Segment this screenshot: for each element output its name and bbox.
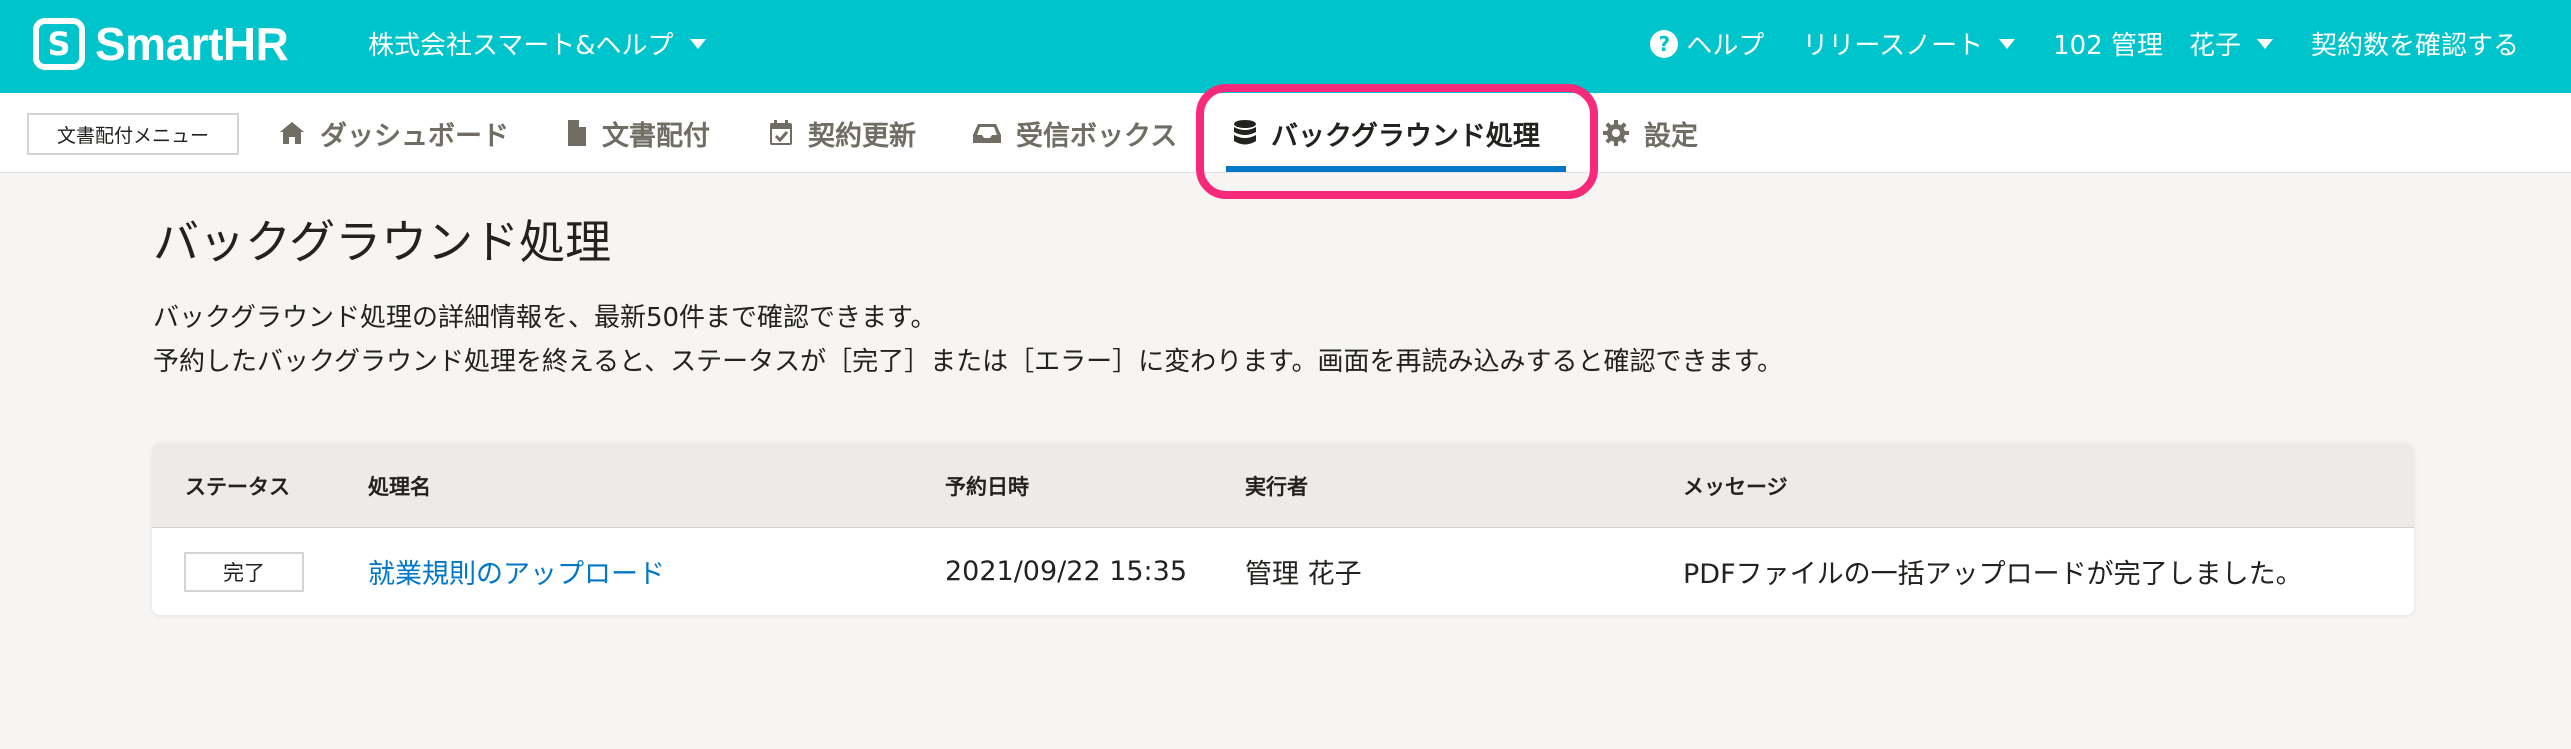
tab-settings-label: 設定 bbox=[1644, 120, 1698, 152]
tab-dashboard[interactable]: ダッシュボード bbox=[278, 93, 509, 173]
user-menu[interactable]: 102 管理 花子 bbox=[2053, 25, 2273, 62]
user-name: 102 管理 花子 bbox=[2053, 31, 2241, 61]
tab-dashboard-label: ダッシュボード bbox=[320, 120, 509, 152]
status-badge: 完了 bbox=[184, 551, 304, 592]
release-notes-menu[interactable]: リリースノート bbox=[1802, 25, 2016, 62]
logo-mark-icon: S bbox=[33, 18, 85, 70]
tab-document-distribution[interactable]: 文書配付 bbox=[566, 93, 710, 173]
process-name-link[interactable]: 就業規則のアップロード bbox=[368, 528, 665, 615]
column-header-status: ステータス bbox=[185, 474, 290, 499]
logo-text: SmartHR bbox=[95, 18, 289, 70]
contract-count-label: 契約数を確認する bbox=[2310, 31, 2519, 61]
chevron-down-icon bbox=[689, 38, 706, 49]
chevron-down-icon bbox=[1999, 38, 2016, 49]
tenant-switcher[interactable]: 株式会社スマート&ヘルプ bbox=[368, 25, 706, 62]
column-header-message: メッセージ bbox=[1683, 474, 1788, 499]
header-actions: ? ヘルプ リリースノート 102 管理 花子 契約数を確認する bbox=[1650, 25, 2519, 62]
background-jobs-table: ステータス 処理名 予約日時 実行者 メッセージ 完了 就業規則のアップロード … bbox=[152, 443, 2414, 615]
tab-document-distribution-label: 文書配付 bbox=[602, 120, 710, 152]
inbox-icon bbox=[973, 124, 1001, 143]
help-link[interactable]: ? ヘルプ bbox=[1650, 25, 1764, 62]
contract-count-link[interactable]: 契約数を確認する bbox=[2311, 25, 2519, 62]
calendar-check-icon bbox=[770, 120, 792, 145]
tab-inbox[interactable]: 受信ボックス bbox=[972, 93, 1177, 173]
tab-inbox-label: 受信ボックス bbox=[1016, 120, 1178, 152]
help-icon: ? bbox=[1650, 29, 1679, 58]
column-header-process-name: 処理名 bbox=[368, 474, 431, 499]
chevron-down-icon bbox=[2256, 38, 2273, 49]
release-notes-label: リリースノート bbox=[1802, 31, 1984, 61]
tab-contract-renewal-label: 契約更新 bbox=[808, 120, 916, 152]
column-header-executor: 実行者 bbox=[1245, 474, 1308, 499]
scheduled-at-cell: 2021/09/22 15:35 bbox=[945, 556, 1188, 587]
tenant-name: 株式会社スマート&ヘルプ bbox=[368, 31, 674, 61]
column-header-scheduled-at: 予約日時 bbox=[945, 474, 1029, 499]
callout-highlight bbox=[1196, 84, 1598, 199]
table-row-status-cell: 完了 bbox=[184, 528, 304, 615]
document-icon bbox=[568, 120, 586, 146]
page-title: バックグラウンド処理 bbox=[153, 215, 612, 269]
tab-settings[interactable]: 設定 bbox=[1602, 93, 1698, 173]
page-description-line2: 予約したバックグラウンド処理を終えると、ステータスが［完了］または［エラー］に変… bbox=[153, 347, 1783, 377]
help-label: ヘルプ bbox=[1686, 31, 1765, 61]
document-menu-label: 文書配付メニュー bbox=[27, 113, 239, 155]
global-header: S SmartHR 株式会社スマート&ヘルプ ? ヘルプ リリースノート 102… bbox=[0, 0, 2571, 93]
home-icon bbox=[280, 122, 304, 144]
smarthr-logo[interactable]: S SmartHR bbox=[33, 17, 289, 71]
message-cell: PDFファイルの一括アップロードが完了しました。 bbox=[1683, 559, 2303, 590]
executor-cell: 管理 花子 bbox=[1245, 559, 1362, 590]
gear-icon bbox=[1603, 120, 1629, 146]
page-description-line1: バックグラウンド処理の詳細情報を、最新50件まで確認できます。 bbox=[153, 303, 937, 333]
tab-contract-renewal[interactable]: 契約更新 bbox=[768, 93, 916, 173]
